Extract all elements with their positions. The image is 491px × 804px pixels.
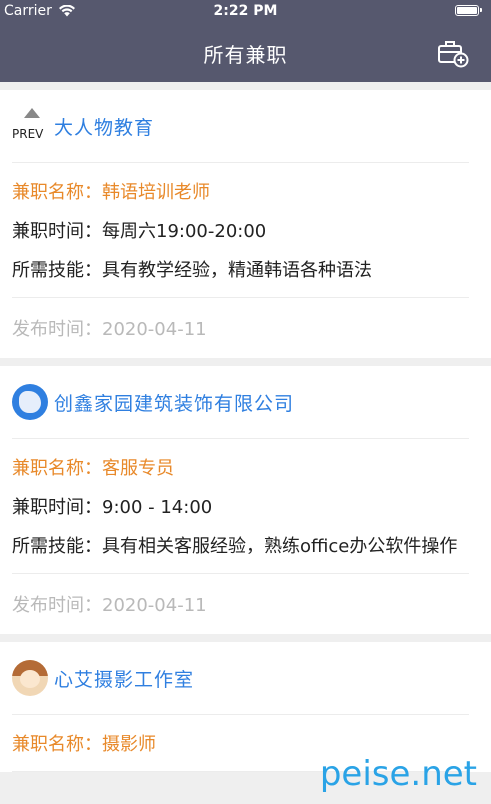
navigation-bar: 所有兼职 (0, 22, 491, 82)
company-header[interactable]: 创鑫家园建筑装饰有限公司 (12, 366, 469, 439)
job-name: 兼职名称：韩语培训老师 (12, 182, 210, 203)
logo-emblem-icon (19, 391, 41, 413)
logo-text: PREV (12, 127, 44, 141)
avatar-face (20, 670, 40, 688)
job-skills: 所需技能：具有相关客服经验，熟练office办公软件操作 (12, 536, 458, 557)
job-skills: 所需技能：具有教学经验，精通韩语各种语法 (12, 260, 372, 281)
job-info: 兼职名称：韩语培训老师 兼职时间：每周六19:00-20:00 所需技能：具有教… (12, 163, 469, 298)
company-logo (12, 660, 48, 696)
job-info: 兼职名称：客服专员 兼职时间：9:00 - 14:00 所需技能：具有相关客服经… (12, 439, 469, 574)
job-card[interactable]: 创鑫家园建筑装饰有限公司 兼职名称：客服专员 兼职时间：9:00 - 14:00… (0, 366, 491, 634)
job-card[interactable]: PREV 大人物教育 兼职名称：韩语培训老师 兼职时间：每周六19:00-20:… (0, 90, 491, 358)
watermark: peise.net (319, 754, 477, 794)
company-name[interactable]: 心艾摄影工作室 (54, 665, 194, 692)
job-time: 兼职时间：每周六19:00-20:00 (12, 221, 267, 242)
company-name[interactable]: 创鑫家园建筑装饰有限公司 (54, 389, 294, 416)
company-name[interactable]: 大人物教育 (54, 113, 154, 140)
battery-icon (455, 5, 482, 16)
job-list: PREV 大人物教育 兼职名称：韩语培训老师 兼职时间：每周六19:00-20:… (0, 82, 491, 772)
company-header[interactable]: 心艾摄影工作室 (12, 642, 469, 715)
job-name: 兼职名称：客服专员 (12, 458, 174, 479)
company-logo: PREV (12, 108, 48, 144)
company-header[interactable]: PREV 大人物教育 (12, 90, 469, 163)
company-logo (12, 384, 48, 420)
briefcase-add-icon[interactable] (437, 37, 471, 69)
job-time: 兼职时间：9:00 - 14:00 (12, 497, 213, 518)
status-bar: Carrier 2:22 PM (0, 0, 491, 22)
page-title: 所有兼职 (203, 43, 288, 67)
mountain-icon (24, 108, 40, 118)
publish-date: 发布时间：2020-04-11 (12, 595, 207, 616)
job-card[interactable]: 心艾摄影工作室 兼职名称：摄影师 (0, 642, 491, 772)
publish-date: 发布时间：2020-04-11 (12, 319, 207, 340)
status-time: 2:22 PM (213, 3, 278, 19)
